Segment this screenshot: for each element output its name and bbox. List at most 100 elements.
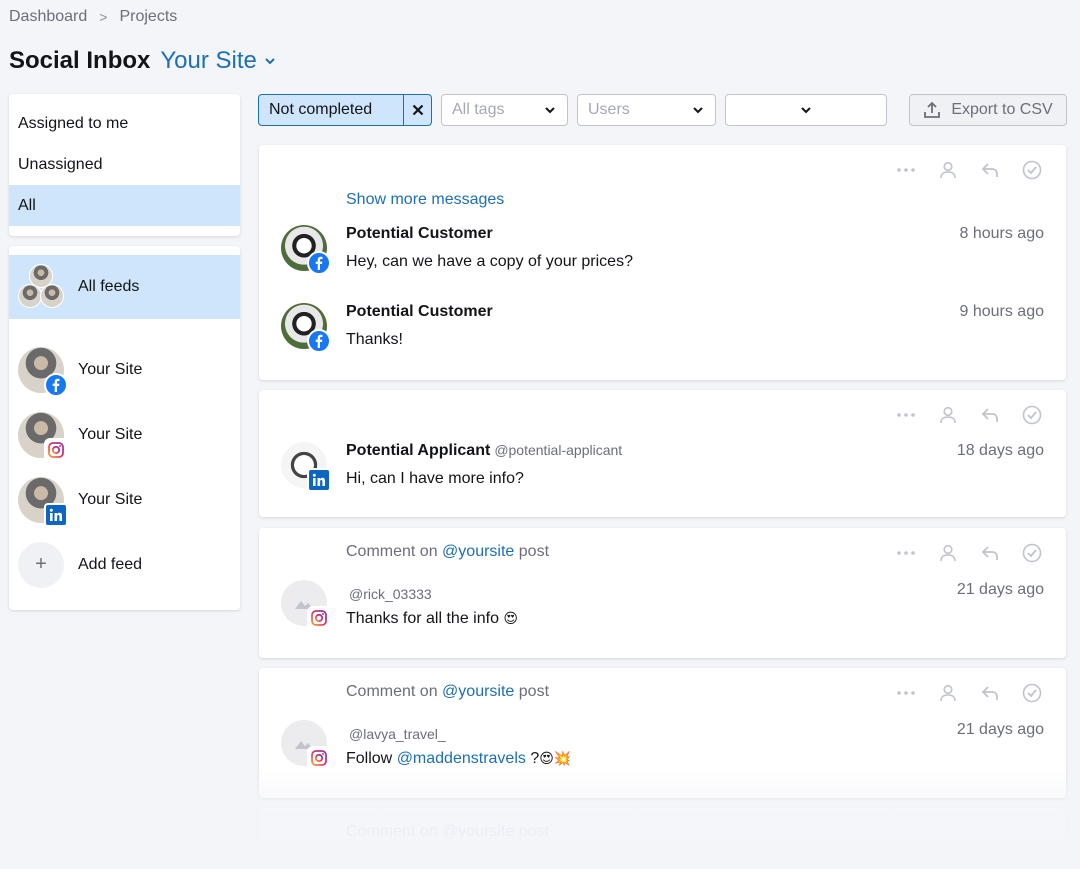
conversation-card[interactable]: Show more messages Potential Customer He… (259, 145, 1066, 380)
assignment-filter-panel: Assigned to me Unassigned All (9, 94, 240, 236)
feeds-panel: All feeds Your Site Your Site Your Site (9, 246, 240, 610)
user-icon[interactable] (938, 683, 958, 703)
author-name: Potential Applicant (346, 442, 491, 459)
breadcrumb-projects[interactable]: Projects (119, 8, 177, 26)
clear-filter-button[interactable] (403, 95, 431, 125)
reply-icon[interactable] (980, 683, 1000, 703)
add-feed-button[interactable]: + Add feed (9, 532, 240, 597)
comment-prefix: Comment on (346, 543, 438, 560)
users-dropdown-label: Users (588, 101, 630, 118)
conversation-card[interactable]: Comment on @yoursite post @lavya_travel_… (259, 668, 1066, 798)
breadcrumb-dashboard[interactable]: Dashboard (9, 8, 87, 26)
message-item: @lavya_travel_ Follow @maddenstravels ?😍… (281, 720, 1044, 776)
tags-dropdown-label: All tags (452, 101, 505, 118)
more-horizontal-icon[interactable] (896, 683, 916, 703)
user-icon[interactable] (938, 160, 958, 180)
check-circle-icon[interactable] (1022, 160, 1042, 180)
more-horizontal-icon[interactable] (896, 543, 916, 563)
export-csv-label: Export to CSV (951, 101, 1053, 118)
avatar (281, 580, 331, 630)
message-item: Potential Customer Thanks! 9 hours ago (281, 303, 1044, 353)
status-filter[interactable]: Not completed (258, 94, 432, 126)
instagram-icon (44, 437, 68, 462)
message-suffix: ? (530, 750, 540, 767)
reply-icon[interactable] (980, 405, 1000, 425)
commenter-username: @rick_03333 (349, 586, 432, 602)
message-text: Hi, can I have more info? (346, 470, 524, 487)
user-icon[interactable] (938, 405, 958, 425)
message-item: Potential Customer Hey, can we have a co… (281, 225, 1044, 275)
avatar (18, 411, 68, 462)
avatar (18, 476, 68, 527)
feed-all[interactable]: All feeds (9, 255, 240, 319)
message-time: 21 days ago (956, 581, 1044, 598)
conversation-card[interactable]: Potential Applicant @potential-applicant … (259, 390, 1066, 517)
breadcrumb: Dashboard > Projects (9, 7, 177, 27)
chevron-down-icon (265, 58, 275, 65)
site-selector[interactable]: Your Site (160, 47, 277, 75)
feed-instagram[interactable]: Your Site (9, 402, 240, 467)
date-dropdown[interactable] (725, 94, 887, 126)
more-horizontal-icon[interactable] (896, 160, 916, 180)
account-link[interactable]: @yoursite (442, 823, 514, 840)
message-item: @rick_03333 Thanks for all the info 😍 21… (281, 580, 1044, 636)
card-actions (896, 405, 1042, 425)
more-horizontal-icon[interactable] (896, 405, 916, 425)
filter-assigned-to-me[interactable]: Assigned to me (9, 103, 240, 144)
comment-suffix: post (518, 683, 550, 700)
facebook-icon (307, 329, 331, 353)
status-filter-label: Not completed (269, 101, 373, 118)
comment-prefix: Comment on (346, 683, 438, 700)
comment-context: Comment on @yoursite post (346, 823, 549, 841)
comment-context: Comment on @yoursite post (346, 683, 549, 701)
reply-icon[interactable] (980, 160, 1000, 180)
author-handle: @potential-applicant (494, 442, 623, 458)
message-time: 21 days ago (956, 721, 1044, 738)
message-time: 9 hours ago (959, 303, 1044, 320)
avatar (281, 225, 331, 275)
card-actions (896, 683, 1042, 703)
page-header: Social Inbox Your Site (9, 46, 277, 76)
avatar (281, 442, 331, 492)
comment-suffix: post (518, 543, 550, 560)
feed-label: Your Site (78, 360, 143, 378)
message-text: Thanks! (346, 331, 403, 348)
message-text: Hey, can we have a copy of your prices? (346, 253, 633, 270)
message-author: Potential Customer (346, 225, 493, 242)
filter-all[interactable]: All (9, 185, 240, 226)
feed-linkedin[interactable]: Your Site (9, 467, 240, 532)
avatar (281, 303, 331, 353)
instagram-icon (307, 746, 331, 770)
show-more-messages-link[interactable]: Show more messages (346, 191, 504, 209)
mention-link[interactable]: @maddenstravels (397, 750, 526, 767)
all-feeds-avatar (18, 264, 64, 310)
close-icon (412, 104, 423, 116)
card-actions (896, 543, 1042, 563)
comment-context: Comment on @yoursite post (346, 543, 549, 561)
reply-icon[interactable] (980, 543, 1000, 563)
users-dropdown[interactable]: Users (577, 94, 716, 126)
check-circle-icon[interactable] (1022, 543, 1042, 563)
conversation-card[interactable]: Comment on @yoursite post (259, 808, 1066, 869)
tags-dropdown[interactable]: All tags (441, 94, 568, 126)
add-feed-label: Add feed (78, 555, 143, 573)
user-icon[interactable] (938, 543, 958, 563)
page-title: Social Inbox (9, 47, 151, 74)
check-circle-icon[interactable] (1022, 683, 1042, 703)
export-csv-button[interactable]: Export to CSV (909, 94, 1067, 126)
account-link[interactable]: @yoursite (442, 543, 514, 560)
message-body: Thanks for all the info (346, 610, 499, 627)
linkedin-icon (307, 468, 331, 492)
filter-unassigned[interactable]: Unassigned (9, 144, 240, 185)
account-link[interactable]: @yoursite (442, 683, 514, 700)
feed-facebook[interactable]: Your Site (9, 337, 240, 402)
conversation-card[interactable]: Comment on @yoursite post @rick_03333 Th… (259, 528, 1066, 658)
feed-label: Your Site (78, 425, 143, 443)
message-text: Thanks for all the info 😍 (346, 610, 518, 628)
facebook-icon (44, 372, 68, 397)
comment-suffix: post (518, 823, 550, 840)
chevron-down-icon (801, 107, 811, 114)
chevron-right-icon: > (99, 9, 108, 25)
card-actions (896, 160, 1042, 180)
check-circle-icon[interactable] (1022, 405, 1042, 425)
